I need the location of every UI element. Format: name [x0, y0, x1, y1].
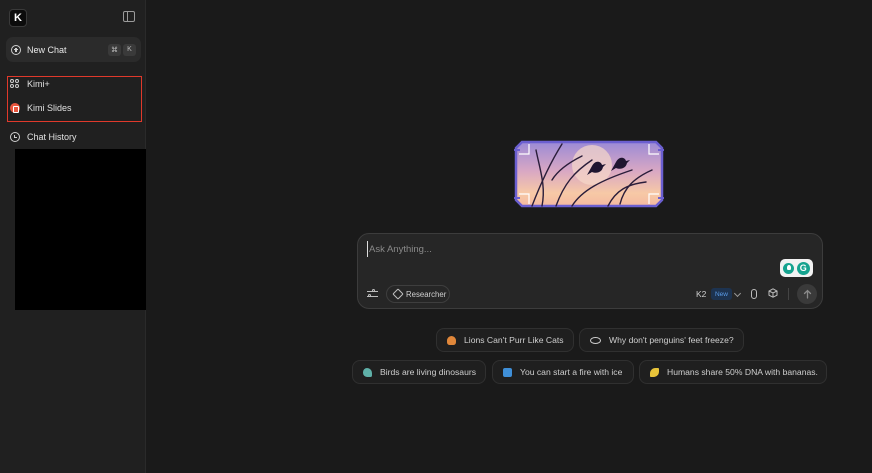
cube-icon[interactable]: [768, 288, 778, 298]
grammarly-icon[interactable]: G: [796, 261, 810, 275]
plus-circle-icon: [11, 44, 21, 55]
command-key: ⌘: [108, 43, 121, 56]
ask-input[interactable]: [367, 241, 767, 257]
new-chat-button[interactable]: New Chat ⌘ K: [6, 37, 141, 62]
new-badge: New: [711, 288, 732, 300]
bird-emoji-icon: [363, 367, 372, 377]
birds-banner-image: [514, 140, 664, 208]
sidebar-item-label: Kimi+: [27, 79, 50, 89]
kimiplus-icon: [10, 79, 20, 89]
slides-icon: [10, 103, 20, 113]
arrow-up-icon: [803, 289, 811, 299]
clock-icon: [10, 132, 20, 142]
suggestion-chip[interactable]: Humans share 50% DNA with bananas.: [639, 360, 827, 384]
chat-history-panel: [15, 149, 146, 310]
kimi-logo[interactable]: K: [9, 9, 27, 27]
k-key: K: [123, 43, 136, 56]
send-button[interactable]: [797, 284, 817, 304]
sidebar-item-chat-history[interactable]: Chat History: [10, 130, 77, 144]
divider: [788, 288, 789, 300]
model-selector[interactable]: K2: [696, 289, 706, 299]
eye-emoji-icon: [590, 336, 601, 344]
lightbulb-icon[interactable]: [783, 262, 795, 274]
paperclip-icon[interactable]: [751, 289, 757, 299]
flag-emoji-icon: [503, 367, 512, 377]
sidebar-toggle-icon[interactable]: [123, 11, 135, 22]
banana-emoji-icon: [650, 367, 659, 377]
burger-emoji-icon: [447, 335, 456, 345]
sidebar-item-kimi-slides[interactable]: Kimi Slides: [10, 101, 72, 115]
researcher-button[interactable]: Researcher: [386, 285, 450, 303]
grammarly-widget[interactable]: G: [780, 259, 813, 277]
new-chat-label: New Chat: [27, 44, 67, 55]
suggestion-label: Birds are living dinosaurs: [380, 367, 477, 377]
shortcut-hint: ⌘ K: [108, 43, 136, 56]
sidebar: K New Chat ⌘ K Kimi+ Kimi Slides Chat Hi…: [0, 0, 146, 473]
suggestion-chip[interactable]: Birds are living dinosaurs: [352, 360, 486, 384]
sidebar-item-label: Kimi Slides: [27, 103, 72, 113]
sidebar-item-label: Chat History: [27, 132, 77, 142]
suggestion-label: Why don't penguins' feet freeze?: [609, 335, 734, 345]
suggestion-chip[interactable]: You can start a fire with ice: [492, 360, 634, 384]
sidebar-item-kimi-plus[interactable]: Kimi+: [10, 77, 50, 91]
suggestion-chip[interactable]: Lions Can't Purr Like Cats: [436, 328, 574, 352]
suggestion-chip[interactable]: Why don't penguins' feet freeze?: [579, 328, 744, 352]
researcher-label: Researcher: [406, 289, 447, 299]
suggestion-label: Humans share 50% DNA with bananas.: [667, 367, 818, 377]
suggestion-label: You can start a fire with ice: [520, 367, 623, 377]
sliders-icon[interactable]: [367, 289, 378, 299]
logo-letter: K: [14, 12, 22, 24]
suggestion-label: Lions Can't Purr Like Cats: [464, 335, 564, 345]
researcher-icon: [392, 288, 404, 300]
